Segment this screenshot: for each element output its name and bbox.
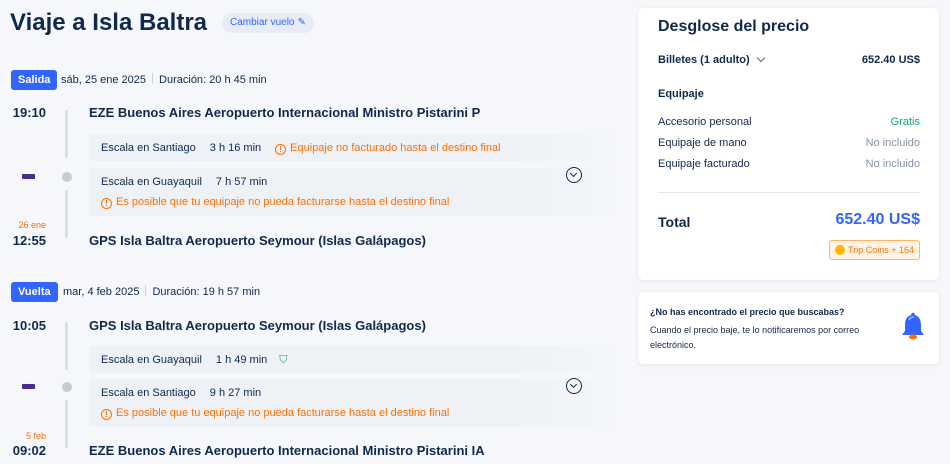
- page-title: Viaje a Isla Baltra: [10, 9, 208, 36]
- chevron-down-icon: [756, 53, 765, 63]
- baggage-item-row: Equipaje facturado No incluido: [658, 158, 920, 170]
- stop-row: Escala en Guayaquil 7 h 57 min: [101, 176, 267, 188]
- price-breakdown-title: Desglose del precio: [658, 18, 810, 35]
- stop-row: Escala en Santiago 3 h 16 min! Equipaje no…: [101, 142, 501, 155]
- stop-label: Escala en Guayaquil: [101, 354, 202, 366]
- outbound-departure-time: 19:10: [12, 105, 46, 120]
- return-arrival-airport: EZE Buenos Aires Aeropuerto Internaciona…: [89, 443, 485, 458]
- warning-icon: !: [101, 198, 112, 209]
- return-arrival-day: 5 feb: [25, 431, 46, 441]
- tickets-row[interactable]: Billetes (1 adulto) 652.40 US$: [658, 53, 920, 66]
- baggage-warning-text: Es posible que tu equipaje no pueda fact…: [116, 407, 450, 419]
- stop-label: Escala en Santiago: [101, 142, 196, 154]
- baggage-item-row: Equipaje de mano No incluido: [658, 137, 920, 149]
- baggage-heading: Equipaje: [658, 88, 704, 100]
- stop-label: Escala en Guayaquil: [101, 176, 202, 188]
- outbound-arrival-day: 26 ene: [18, 220, 46, 230]
- stop-box: Escala en Santiago 3 h 16 min! Equipaje no…: [89, 134, 619, 161]
- baggage-item-row: Accesorio personal Gratis: [658, 116, 920, 128]
- price-alert-card[interactable]: ¿No has encontrado el precio que buscaba…: [638, 292, 939, 364]
- tickets-label: Billetes (1 adulto): [658, 53, 765, 66]
- stop-duration: 7 h 57 min: [215, 176, 268, 188]
- stop-row: Escala en Santiago 9 h 27 min: [101, 387, 261, 399]
- baggage-item-label: Accesorio personal: [658, 116, 752, 128]
- stop-box: Escala en Santiago 9 h 27 min ! Es posible…: [89, 379, 619, 427]
- baggage-warning-text: Es posible que tu equipaje no pueda fact…: [116, 196, 450, 208]
- tickets-value: 652.40 US$: [861, 54, 920, 66]
- baggage-heading-row: Equipaje: [658, 88, 920, 100]
- baggage-item-label: Equipaje facturado: [658, 158, 750, 170]
- stop-row: Escala en Guayaquil 1 h 49 min ⛉: [101, 354, 288, 367]
- timeline-dot: [62, 172, 72, 182]
- price-alert-text: Cuando el precio baje, te lo notificarem…: [650, 325, 860, 350]
- return-date: mar, 4 feb 2025: [63, 286, 140, 298]
- trip-coins-badge: Trip Coins + 164: [829, 240, 920, 260]
- timeline-dot: [62, 382, 72, 392]
- return-meta: mar, 4 feb 2025 Duración: 19 h 57 min: [63, 282, 260, 302]
- timeline-line: [65, 400, 68, 448]
- tickets-label-text: Billetes (1 adulto): [658, 54, 750, 66]
- stop-box: Escala en Guayaquil 1 h 49 min ⛉: [89, 346, 619, 373]
- expand-details-chevron-icon[interactable]: [566, 378, 582, 394]
- outbound-departure-airport: EZE Buenos Aires Aeropuerto Internaciona…: [89, 105, 481, 120]
- outbound-arrival-airport: GPS Isla Baltra Aeropuerto Seymour (Isla…: [89, 233, 426, 248]
- price-breakdown-card: Desglose del precio Billetes (1 adulto) …: [638, 8, 939, 280]
- baggage-item-value: No incluido: [865, 137, 920, 149]
- baggage-warning: ! Equipaje no facturado hasta el destino …: [275, 142, 501, 155]
- outbound-meta: sáb, 25 ene 2025 Duración: 20 h 45 min: [61, 70, 267, 90]
- pencil-icon: ✎: [297, 17, 306, 28]
- total-value: 652.40 US$: [835, 211, 920, 228]
- price-alert-title: ¿No has encontrado el precio que buscaba…: [650, 307, 845, 317]
- return-departure-time: 10:05: [12, 318, 46, 333]
- divider: [658, 192, 920, 193]
- warning-icon: !: [275, 144, 287, 155]
- return-duration: Duración: 19 h 57 min: [152, 286, 261, 298]
- baggage-item-label: Equipaje de mano: [658, 137, 747, 149]
- stop-duration: 9 h 27 min: [209, 387, 262, 399]
- trip-coins-text: Trip Coins + 164: [848, 245, 914, 255]
- warning-icon: !: [101, 409, 112, 420]
- stop-duration: 3 h 16 min: [209, 142, 262, 154]
- outbound-arrival-time: 12:55: [12, 233, 46, 248]
- stop-box: Escala en Guayaquil 7 h 57 min ! Es posibl…: [89, 168, 619, 216]
- change-flight-button[interactable]: Cambiar vuelo ✎: [222, 13, 314, 33]
- stop-duration: 1 h 49 min: [215, 354, 268, 366]
- baggage-warning-text: Equipaje no facturado hasta el destino f…: [290, 142, 501, 154]
- baggage-warning: ! Es posible que tu equipaje no pueda fac…: [101, 407, 449, 420]
- timeline-line: [65, 110, 68, 158]
- timeline-line: [65, 322, 68, 370]
- meta-divider: [152, 73, 154, 84]
- coin-icon: [835, 245, 846, 255]
- airline-logo-icon: [22, 384, 35, 389]
- return-arrival-time: 09:02: [12, 443, 46, 458]
- return-departure-airport: GPS Isla Baltra Aeropuerto Seymour (Isla…: [89, 318, 426, 333]
- outbound-duration: Duración: 20 h 45 min: [159, 74, 267, 86]
- meta-divider: [145, 285, 147, 296]
- outbound-badge: Salida: [11, 70, 58, 90]
- change-flight-label: Cambiar vuelo: [230, 17, 295, 28]
- expand-details-chevron-icon[interactable]: [566, 167, 582, 183]
- bell-icon: [902, 312, 924, 340]
- stop-label: Escala en Santiago: [101, 387, 196, 399]
- outbound-date: sáb, 25 ene 2025: [61, 74, 147, 86]
- return-badge: Vuelta: [11, 282, 58, 302]
- baggage-warning: ! Es posible que tu equipaje no pueda fac…: [101, 196, 449, 209]
- airline-logo-icon: [22, 174, 35, 179]
- shield-icon: ⛉: [279, 354, 288, 366]
- baggage-item-value: No incluido: [865, 158, 920, 170]
- timeline-line: [65, 190, 68, 238]
- total-label: Total: [658, 214, 691, 230]
- baggage-item-value: Gratis: [890, 116, 920, 128]
